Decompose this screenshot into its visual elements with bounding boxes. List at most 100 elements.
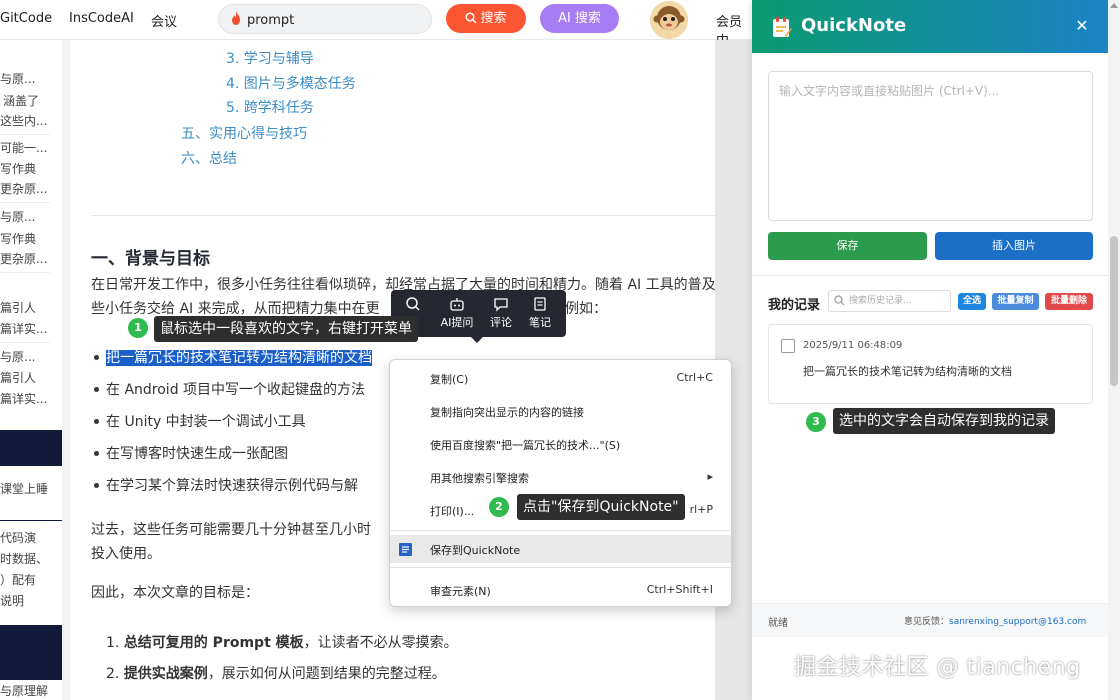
search-input[interactable] <box>247 10 417 30</box>
note-icon <box>534 297 546 311</box>
sidebar-snippet[interactable]: 篇详实... <box>0 390 50 408</box>
insert-image-button[interactable]: 插入图片 <box>935 232 1093 260</box>
batch-copy-button[interactable]: 批量复制 <box>992 293 1039 310</box>
panel-footer: 就绪 意见反馈：sanrenxing_support@163.com <box>752 603 1108 637</box>
sidebar-snippet[interactable]: 涵盖了 <box>3 92 53 110</box>
menu-item-label: 复制指向突出显示的内容的链接 <box>430 406 584 419</box>
sidebar-snippet[interactable]: 代码演 <box>0 529 50 547</box>
sidebar-divider <box>0 202 50 203</box>
avatar[interactable] <box>650 1 688 39</box>
close-button[interactable]: ✕ <box>1070 14 1094 38</box>
toolbar-ai-ask-button[interactable]: AI提问 <box>435 296 479 330</box>
menu-item-shortcut: Ctrl+C <box>676 371 713 384</box>
toolbar-comment-button[interactable]: 评论 <box>486 296 516 330</box>
search-icon <box>406 297 420 311</box>
sidebar-snippet[interactable]: 篇引人 <box>0 299 50 317</box>
toolbar-pointer <box>471 337 483 343</box>
toc-item[interactable]: 六、总结 <box>181 148 237 168</box>
search-icon <box>465 12 478 24</box>
search-button[interactable]: 搜索 <box>446 4 526 33</box>
paragraph-line: 过去，这些任务可能需要几十分钟甚至几小时 <box>91 522 371 538</box>
item-number: 1. <box>106 635 120 651</box>
step-3-callout: 选中的文字会自动保存到我的记录 <box>833 408 1055 434</box>
sidebar-snippet[interactable]: 可能一... <box>0 139 50 157</box>
history-search-box[interactable] <box>828 290 951 312</box>
nav-link-meeting[interactable]: 会议 <box>151 11 177 30</box>
select-all-button[interactable]: 全选 <box>958 293 986 310</box>
nav-link-gitcode[interactable]: GitCode <box>0 11 52 26</box>
sidebar-snippet[interactable]: 写作典 <box>0 230 50 248</box>
menu-item-baidu-search[interactable]: 使用百度搜索"把一篇冗长的技术..."(S) <box>390 430 731 458</box>
paragraph-line: 例如： <box>565 301 607 317</box>
menu-item-shortcut: rl+P <box>689 503 713 516</box>
sidebar-snippet[interactable]: ）配有 <box>0 571 50 589</box>
notepad-icon <box>773 17 792 37</box>
search-box[interactable] <box>218 4 432 34</box>
toc-item[interactable]: 4. 图片与多模态任务 <box>226 73 356 93</box>
sidebar-snippet[interactable]: 篇引人 <box>0 369 50 387</box>
nav-link-inscodeai[interactable]: InsCodeAI <box>69 11 134 26</box>
list-item[interactable]: 把一篇冗长的技术笔记转为结构清晰的文档 <box>94 347 372 367</box>
sidebar-divider <box>0 520 62 521</box>
watermark: 掘金技术社区 @ tiancheng <box>794 655 1081 680</box>
note-textarea[interactable] <box>768 71 1093 221</box>
context-menu: 复制(C) Ctrl+C 复制指向突出显示的内容的链接 使用百度搜索"把一篇冗长… <box>389 359 732 607</box>
sidebar-snippet[interactable]: 与原... <box>0 70 50 88</box>
save-button[interactable]: 保存 <box>768 232 927 260</box>
feedback-line: 意见反馈：sanrenxing_support@163.com <box>904 614 1086 627</box>
toolbar-note-button[interactable]: 笔记 <box>525 296 555 330</box>
menu-item-other-search[interactable]: 用其他搜索引擎搜索 ▸ <box>390 463 731 491</box>
quicknote-header: QuickNote ✕ <box>752 0 1108 53</box>
item-text: ，展示如何从问题到结果的完整过程。 <box>207 666 446 682</box>
list-item: 在写博客时快速生成一张配图 <box>94 443 288 463</box>
menu-item-copy-link[interactable]: 复制指向突出显示的内容的链接 <box>390 397 731 425</box>
scrollbar-thumb[interactable] <box>1110 236 1118 386</box>
toolbar-ai-ask-label: AI提问 <box>440 316 474 329</box>
scrollbar[interactable] <box>1108 0 1120 700</box>
robot-icon <box>450 298 464 311</box>
search-button-label: 搜索 <box>480 11 507 26</box>
step-1-badge: 1 <box>128 318 148 338</box>
item-bold: 总结可复用的 Prompt 模板 <box>123 635 304 651</box>
feedback-email-link[interactable]: sanrenxing_support@163.com <box>949 617 1086 627</box>
scroll-up-arrow-icon[interactable] <box>1110 3 1118 8</box>
step-3-badge: 3 <box>806 412 826 432</box>
toolbar-comment-label: 评论 <box>490 316 512 329</box>
record-timestamp: 2025/9/11 06:48:09 <box>803 340 903 351</box>
toolbar-search-button[interactable] <box>401 296 425 314</box>
menu-item-label: 打印(I)... <box>430 505 475 518</box>
section-divider <box>91 215 715 216</box>
sidebar-snippet[interactable]: 与原... <box>0 208 50 226</box>
menu-item-inspect[interactable]: 审查元素(N) Ctrl+Shift+I <box>390 576 731 604</box>
menu-item-label: 复制(C) <box>430 373 469 386</box>
step-1-callout: 鼠标选中一段喜欢的文字，右键打开菜单 <box>154 316 418 342</box>
sidebar-snippet[interactable]: 时数据、 <box>0 550 50 568</box>
menu-item-save-quicknote[interactable]: 保存到QuickNote <box>390 535 731 563</box>
sidebar-snippet[interactable]: 与原... <box>0 348 50 366</box>
sidebar-snippet[interactable]: 更杂原... <box>0 180 50 198</box>
list-item: 在 Android 项目中写一个收起键盘的方法 <box>93 379 365 399</box>
panel-divider <box>752 275 1108 276</box>
sidebar-snippet[interactable]: 这些内... <box>0 112 50 130</box>
sidebar-snippet[interactable]: 更杂原... <box>0 250 50 268</box>
history-search-input[interactable] <box>849 294 947 308</box>
record-card[interactable]: 2025/9/11 06:48:09 把一篇冗长的技术笔记转为结构清晰的文档 <box>768 324 1093 404</box>
sidebar-snippet[interactable]: 写作典 <box>0 160 50 178</box>
sidebar-snippet[interactable]: 课堂上睡 <box>0 480 50 498</box>
flame-icon <box>232 11 240 25</box>
toc-item[interactable]: 5. 跨学科任务 <box>226 97 314 117</box>
feedback-label: 意见反馈： <box>904 617 950 627</box>
ai-search-button[interactable]: AI 搜索 <box>540 4 619 33</box>
menu-item-copy[interactable]: 复制(C) Ctrl+C <box>390 364 731 392</box>
quicknote-panel: QuickNote ✕ 保存 插入图片 我的记录 全选 批量复制 批量删除 20… <box>752 0 1108 700</box>
sidebar-snippet[interactable]: 篇详实... <box>0 320 50 338</box>
comment-icon <box>494 298 508 312</box>
sidebar-snippet[interactable]: 与原理解 <box>0 682 50 700</box>
submenu-arrow-icon: ▸ <box>707 470 713 483</box>
toc-item[interactable]: 3. 学习与辅导 <box>226 48 314 68</box>
record-checkbox[interactable] <box>781 339 795 353</box>
toc-item[interactable]: 五、实用心得与技巧 <box>181 123 307 143</box>
selected-text[interactable]: 把一篇冗长的技术笔记转为结构清晰的文档 <box>106 350 372 366</box>
batch-delete-button[interactable]: 批量删除 <box>1045 293 1093 310</box>
sidebar-snippet[interactable]: 说明 <box>0 592 50 610</box>
